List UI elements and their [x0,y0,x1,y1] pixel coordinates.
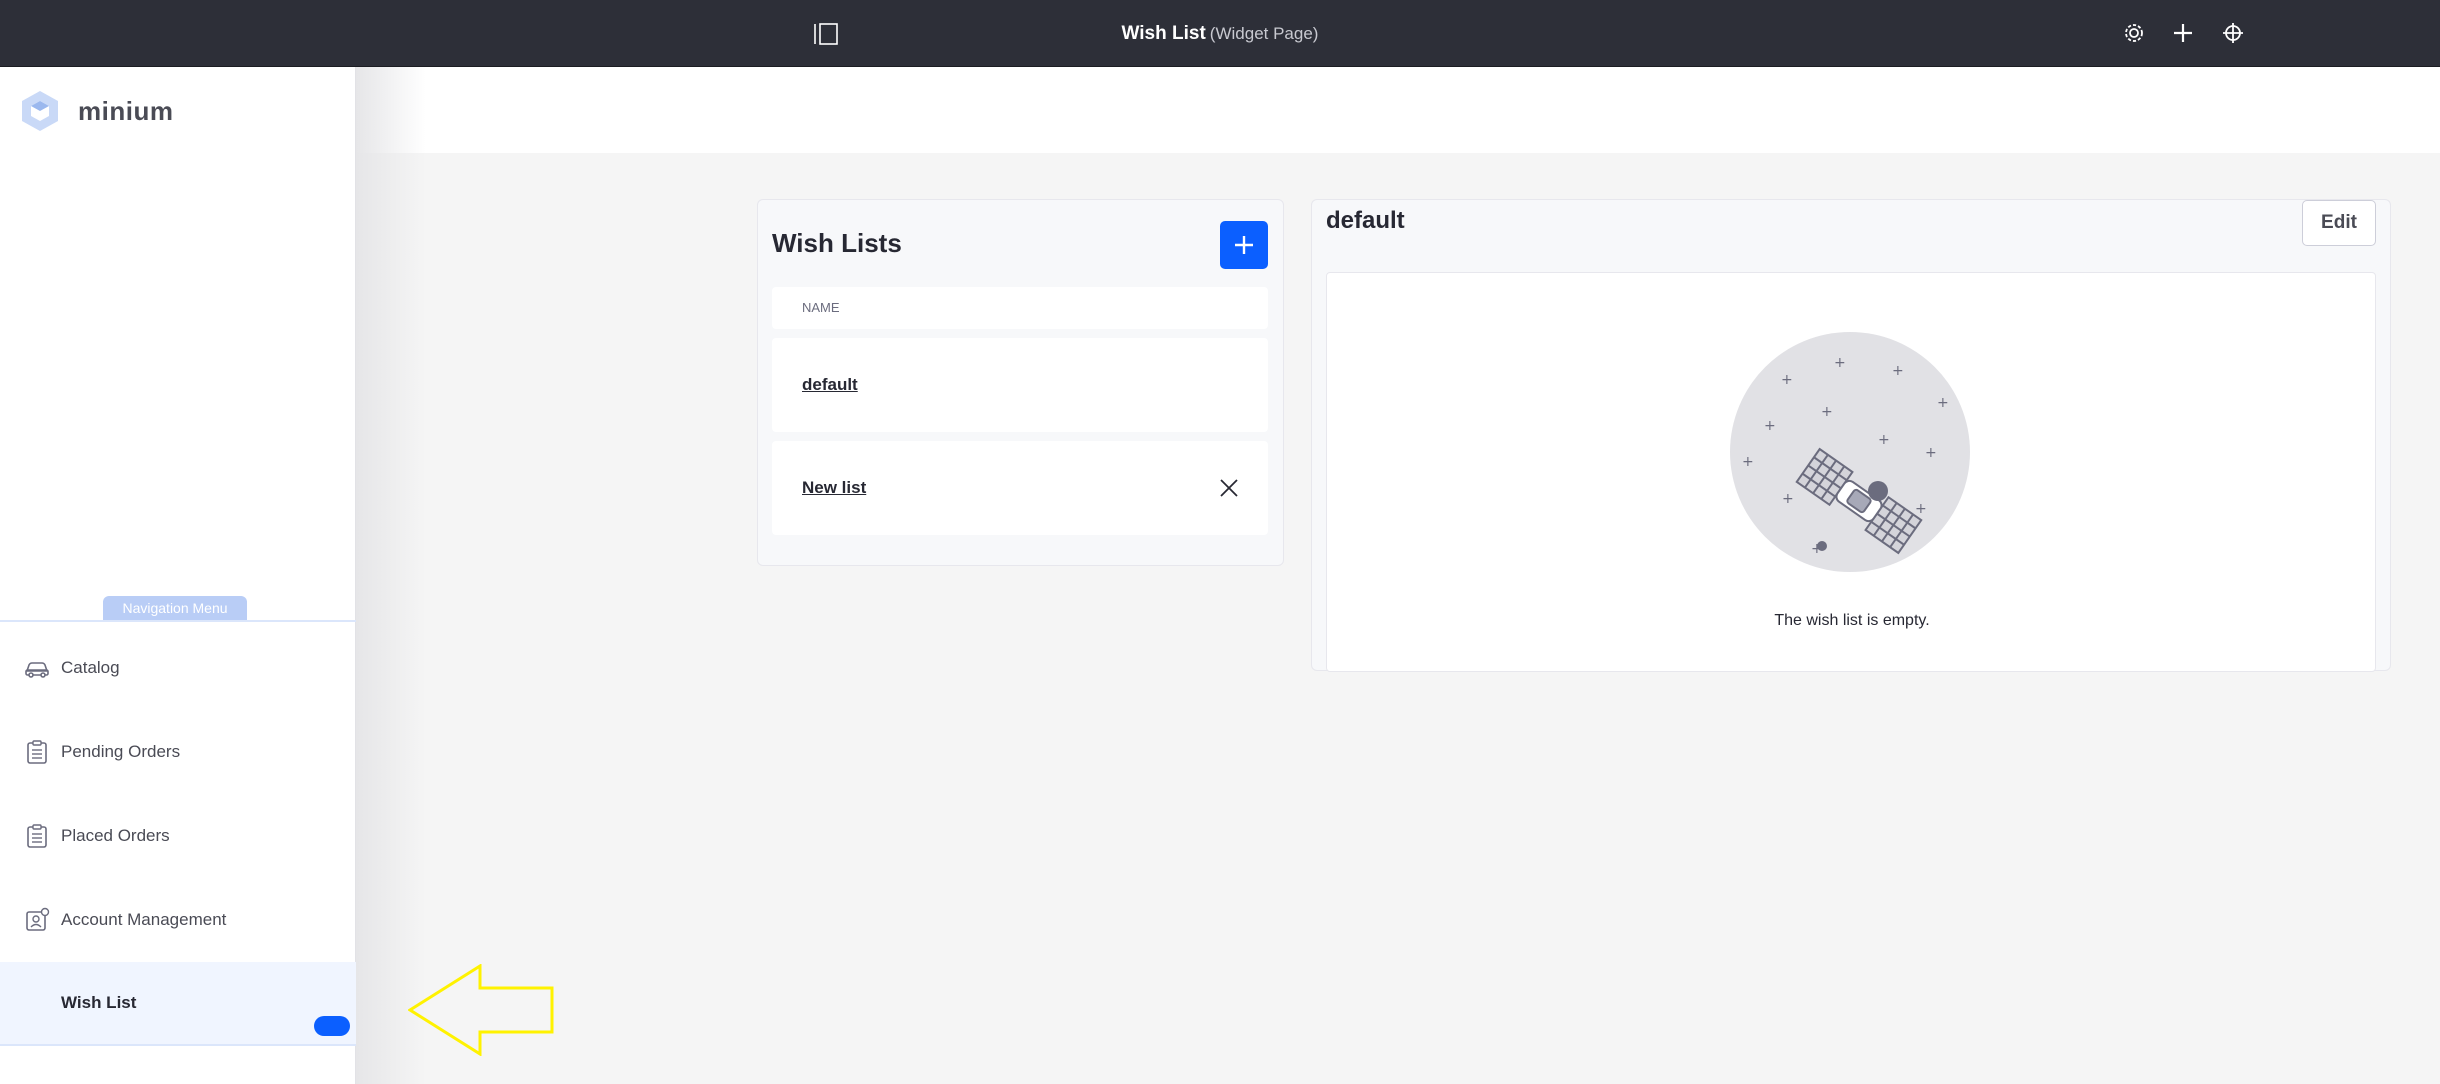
control-menu: Wish List (Widget Page) [0,0,2440,67]
side-navigation: minium Navigation Menu Catalog Pending O… [0,67,356,1084]
edit-button[interactable]: Edit [2302,200,2376,246]
hexagon-cube-icon [22,91,58,131]
svg-text:+: + [1764,418,1776,434]
column-header-name: Name [802,300,840,315]
gear-icon[interactable] [2121,20,2147,46]
empty-state: + + + + + + + + + + + + The wish list is… [1326,272,2376,672]
brand-logo[interactable]: minium [20,89,173,133]
clipboard-list-icon [27,824,47,848]
nav-item-label: Placed Orders [61,826,170,845]
svg-text:+: + [1781,372,1793,388]
nav-item-label: Wish List [61,993,137,1012]
clipboard-list-icon [27,740,47,764]
plus-icon [1235,236,1253,254]
svg-text:+: + [1782,491,1794,507]
nav-item-pending-orders[interactable]: Pending Orders [0,710,356,794]
wish-list-detail-card: default Edit + + + + + + + + + + + + The… [1311,199,2391,672]
svg-text:+: + [1925,445,1937,461]
wish-list-detail-title: default [1326,207,1405,234]
nav-item-catalog[interactable]: Catalog [0,626,356,710]
svg-text:+: + [1892,363,1904,379]
page-title-name: Wish List [1121,23,1206,44]
svg-text:+: + [1742,454,1754,470]
nav-item-label: Pending Orders [61,742,181,761]
svg-text:+: + [1878,432,1890,448]
page-header-band [356,67,2440,153]
wish-lists-title: Wish Lists [772,228,902,258]
nav-item-wish-list[interactable]: Wish List [0,962,356,1046]
car-icon [25,662,49,678]
wish-list-link[interactable]: default [802,375,858,395]
arrow-left-icon [408,964,554,1056]
brand-name: minium [78,95,174,126]
table-header: Name [772,287,1268,329]
svg-text:+: + [1821,404,1833,420]
page-title-type: (Widget Page) [1209,24,1319,43]
table-row: New list [772,441,1268,535]
nav-item-label: Catalog [61,658,120,677]
plus-icon[interactable] [2170,20,2196,46]
svg-text:+: + [1834,355,1846,371]
empty-message: The wish list is empty. [1774,612,1930,629]
wish-list-link[interactable]: New list [802,478,866,498]
wish-lists-card: Wish Lists Name default New list [757,199,1284,566]
simulation-icon[interactable] [2220,20,2246,46]
nav-item-placed-orders[interactable]: Placed Orders [0,794,356,878]
satellite-illustration: + + + + + + + + + + + + [1730,332,1970,572]
svg-text:+: + [1937,395,1949,411]
svg-text:+: + [1915,501,1927,517]
nav-item-account-management[interactable]: Account Management [0,878,356,962]
table-row: default [772,338,1268,432]
page-title: Wish List (Widget Page) [0,23,2440,45]
add-wish-list-button[interactable] [1220,221,1268,269]
nav-shadow [356,67,426,1084]
close-icon[interactable] [1218,477,1240,499]
navigation-menu-tag: Navigation Menu [103,596,247,620]
nav-item-indicator [314,1016,350,1036]
navigation-menu: Catalog Pending Orders Placed Orders Acc… [0,620,356,1084]
account-settings-icon [26,907,50,931]
nav-item-label: Account Management [61,910,227,929]
